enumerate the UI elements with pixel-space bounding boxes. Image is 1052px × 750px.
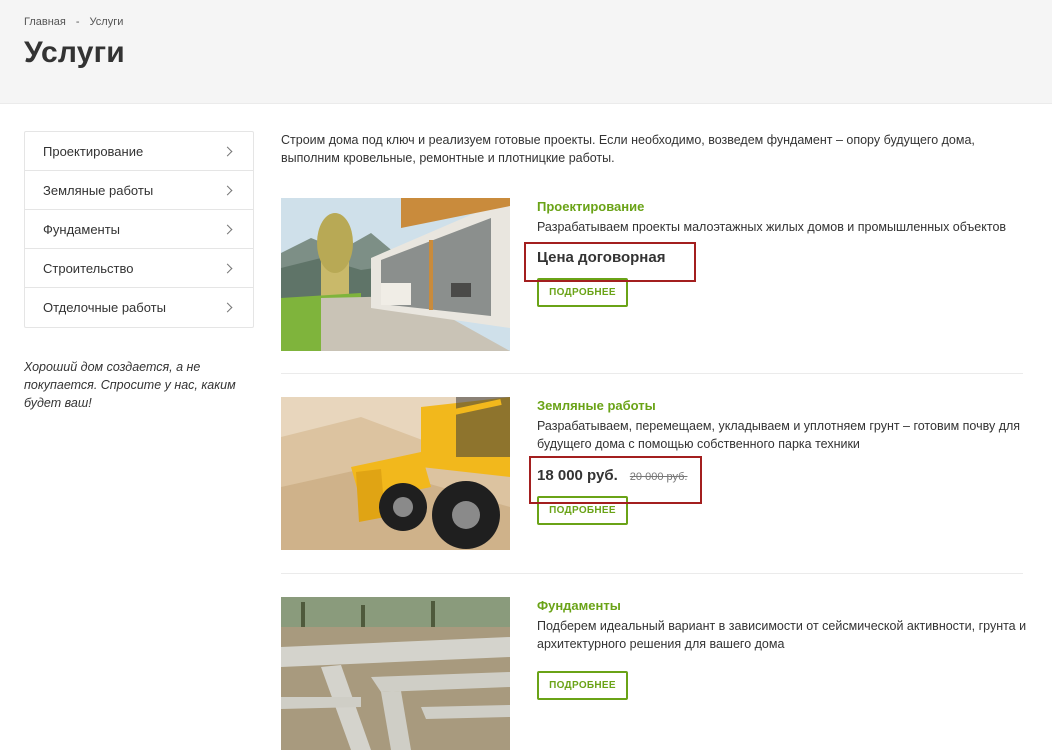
sidebar-item-label: Земляные работы: [43, 182, 154, 198]
sidebar-menu: Проектирование Земляные работы Фундамент…: [24, 131, 254, 328]
price-highlight-box: [524, 242, 696, 282]
breadcrumb-home-link[interactable]: Главная: [24, 16, 66, 28]
price-highlight-box: [529, 456, 702, 504]
service-title-link[interactable]: Фундаменты: [537, 598, 1027, 613]
house-photo-image: [281, 198, 510, 351]
page-header: Главная - Услуги Услуги: [0, 0, 1052, 104]
service-title-link[interactable]: Проектирование: [537, 199, 1027, 214]
breadcrumb-separator: -: [75, 16, 80, 28]
foundation-photo-image: [281, 597, 510, 750]
excavator-photo-image: [281, 397, 510, 550]
sidebar-item-label: Фундаменты: [43, 221, 121, 237]
sidebar-item-label: Строительство: [43, 260, 134, 276]
sidebar-item-label: Отделочные работы: [43, 300, 166, 315]
chevron-right-icon: [222, 185, 233, 195]
chevron-right-icon: [222, 146, 233, 156]
service-card-foundations: Фундаменты Подберем идеальный вариант в …: [281, 597, 1026, 750]
service-description: Разрабатываем проекты малоэтажных жилых …: [537, 220, 1007, 234]
intro-text: Строим дома под ключ и реализуем готовые…: [281, 133, 975, 165]
service-image-foundations[interactable]: [281, 597, 510, 750]
service-title-link[interactable]: Земляные работы: [537, 398, 1027, 413]
separator: [281, 573, 1023, 574]
breadcrumb: Главная - Услуги: [24, 16, 123, 28]
sidebar-item-label: Проектирование: [43, 143, 144, 159]
service-image-earthworks[interactable]: [281, 397, 510, 550]
sidebar-item-foundations[interactable]: Фундаменты: [25, 210, 253, 249]
sidebar-item-design[interactable]: Проектирование: [25, 132, 253, 171]
sidebar-item-earthworks[interactable]: Земляные работы: [25, 171, 253, 210]
service-image-design[interactable]: [281, 198, 510, 351]
page-title: Услуги: [24, 36, 125, 69]
more-details-button[interactable]: ПОДРОБНЕЕ: [537, 671, 628, 700]
service-description: Разрабатываем, перемещаем, укладываем и …: [537, 419, 1021, 451]
sidebar-item-finishing[interactable]: Отделочные работы: [25, 288, 253, 327]
chevron-right-icon: [222, 302, 233, 313]
chevron-right-icon: [222, 263, 233, 273]
chevron-right-icon: [222, 224, 233, 234]
more-details-button[interactable]: ПОДРОБНЕЕ: [537, 278, 628, 307]
separator: [281, 373, 1023, 374]
service-description: Подберем идеальный вариант в зависимости…: [537, 619, 1027, 651]
breadcrumb-current: Услуги: [89, 16, 124, 28]
service-body: Фундаменты Подберем идеальный вариант в …: [537, 597, 1027, 700]
sidebar-quote: Хороший дом создается, а не покупается. …: [24, 360, 236, 410]
sidebar-item-construction[interactable]: Строительство: [25, 249, 253, 288]
